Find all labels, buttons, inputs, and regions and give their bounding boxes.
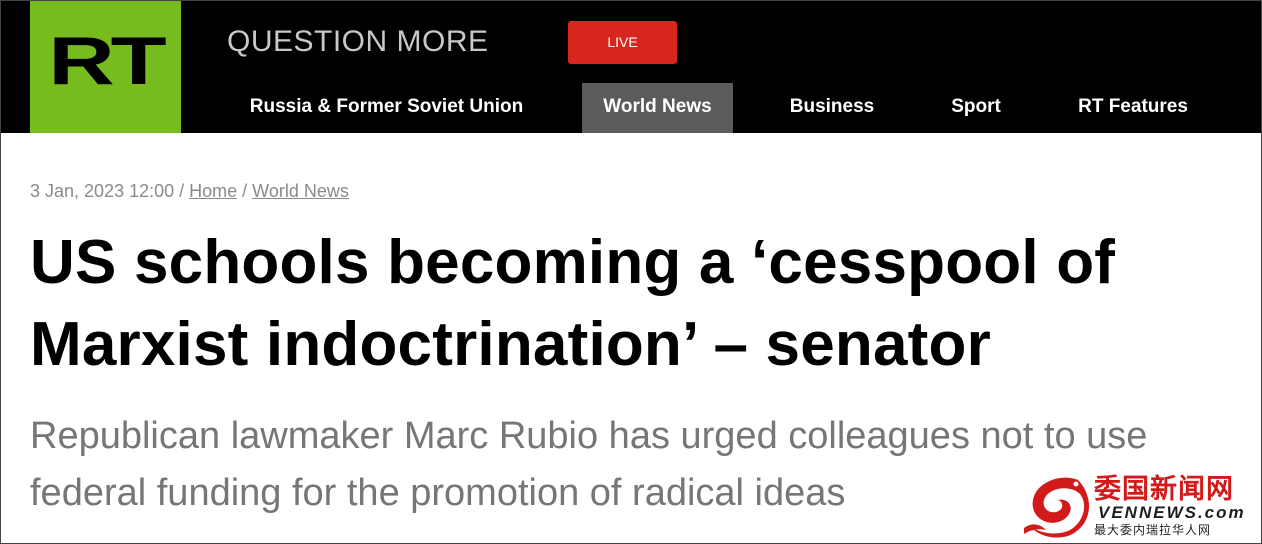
nav-rt-features[interactable]: RT Features <box>1058 83 1208 133</box>
breadcrumb-separator: / <box>179 181 185 201</box>
logo-text: RT <box>48 23 166 99</box>
watermark-chinese-name: 委国新闻网 <box>1094 474 1234 505</box>
site-header: RT QUESTION MORE LIVE Russia & Former So… <box>0 0 1262 133</box>
nav-business[interactable]: Business <box>772 83 892 133</box>
live-button[interactable]: LIVE <box>568 21 677 64</box>
summary-line-1: Republican lawmaker Marc Rubio has urged… <box>30 415 1148 457</box>
article-date: 3 Jan, 2023 12:00 <box>30 181 175 201</box>
summary-line-2: federal funding for the promotion of rad… <box>30 472 846 514</box>
dragon-logo-icon <box>1024 477 1090 538</box>
watermark-english-name: VENNEWS.com <box>1098 503 1246 522</box>
watermark-tagline: 最大委内瑞拉华人网 <box>1094 523 1212 537</box>
site-watermark: 委国新闻网 VENNEWS.com 最大委内瑞拉华人网 <box>1018 472 1258 542</box>
breadcrumb-world-news-link[interactable]: World News <box>252 181 349 201</box>
breadcrumb-separator: / <box>242 181 248 201</box>
site-slogan: QUESTION MORE <box>227 25 489 58</box>
nav-world-news[interactable]: World News <box>582 83 733 133</box>
headline-line-2: Marxist indoctrination’ – senator <box>30 310 991 379</box>
nav-sport[interactable]: Sport <box>930 83 1022 133</box>
breadcrumb-home-link[interactable]: Home <box>189 181 237 201</box>
headline-line-1: US schools becoming a ‘cesspool of <box>30 228 1116 297</box>
article-headline: US schools becoming a ‘cesspool of Marxi… <box>30 222 1245 386</box>
article-meta: 3 Jan, 2023 12:00/Home / World News <box>30 180 349 202</box>
rt-logo[interactable]: RT <box>30 1 181 133</box>
nav-russia-former-soviet-union[interactable]: Russia & Former Soviet Union <box>228 83 545 133</box>
